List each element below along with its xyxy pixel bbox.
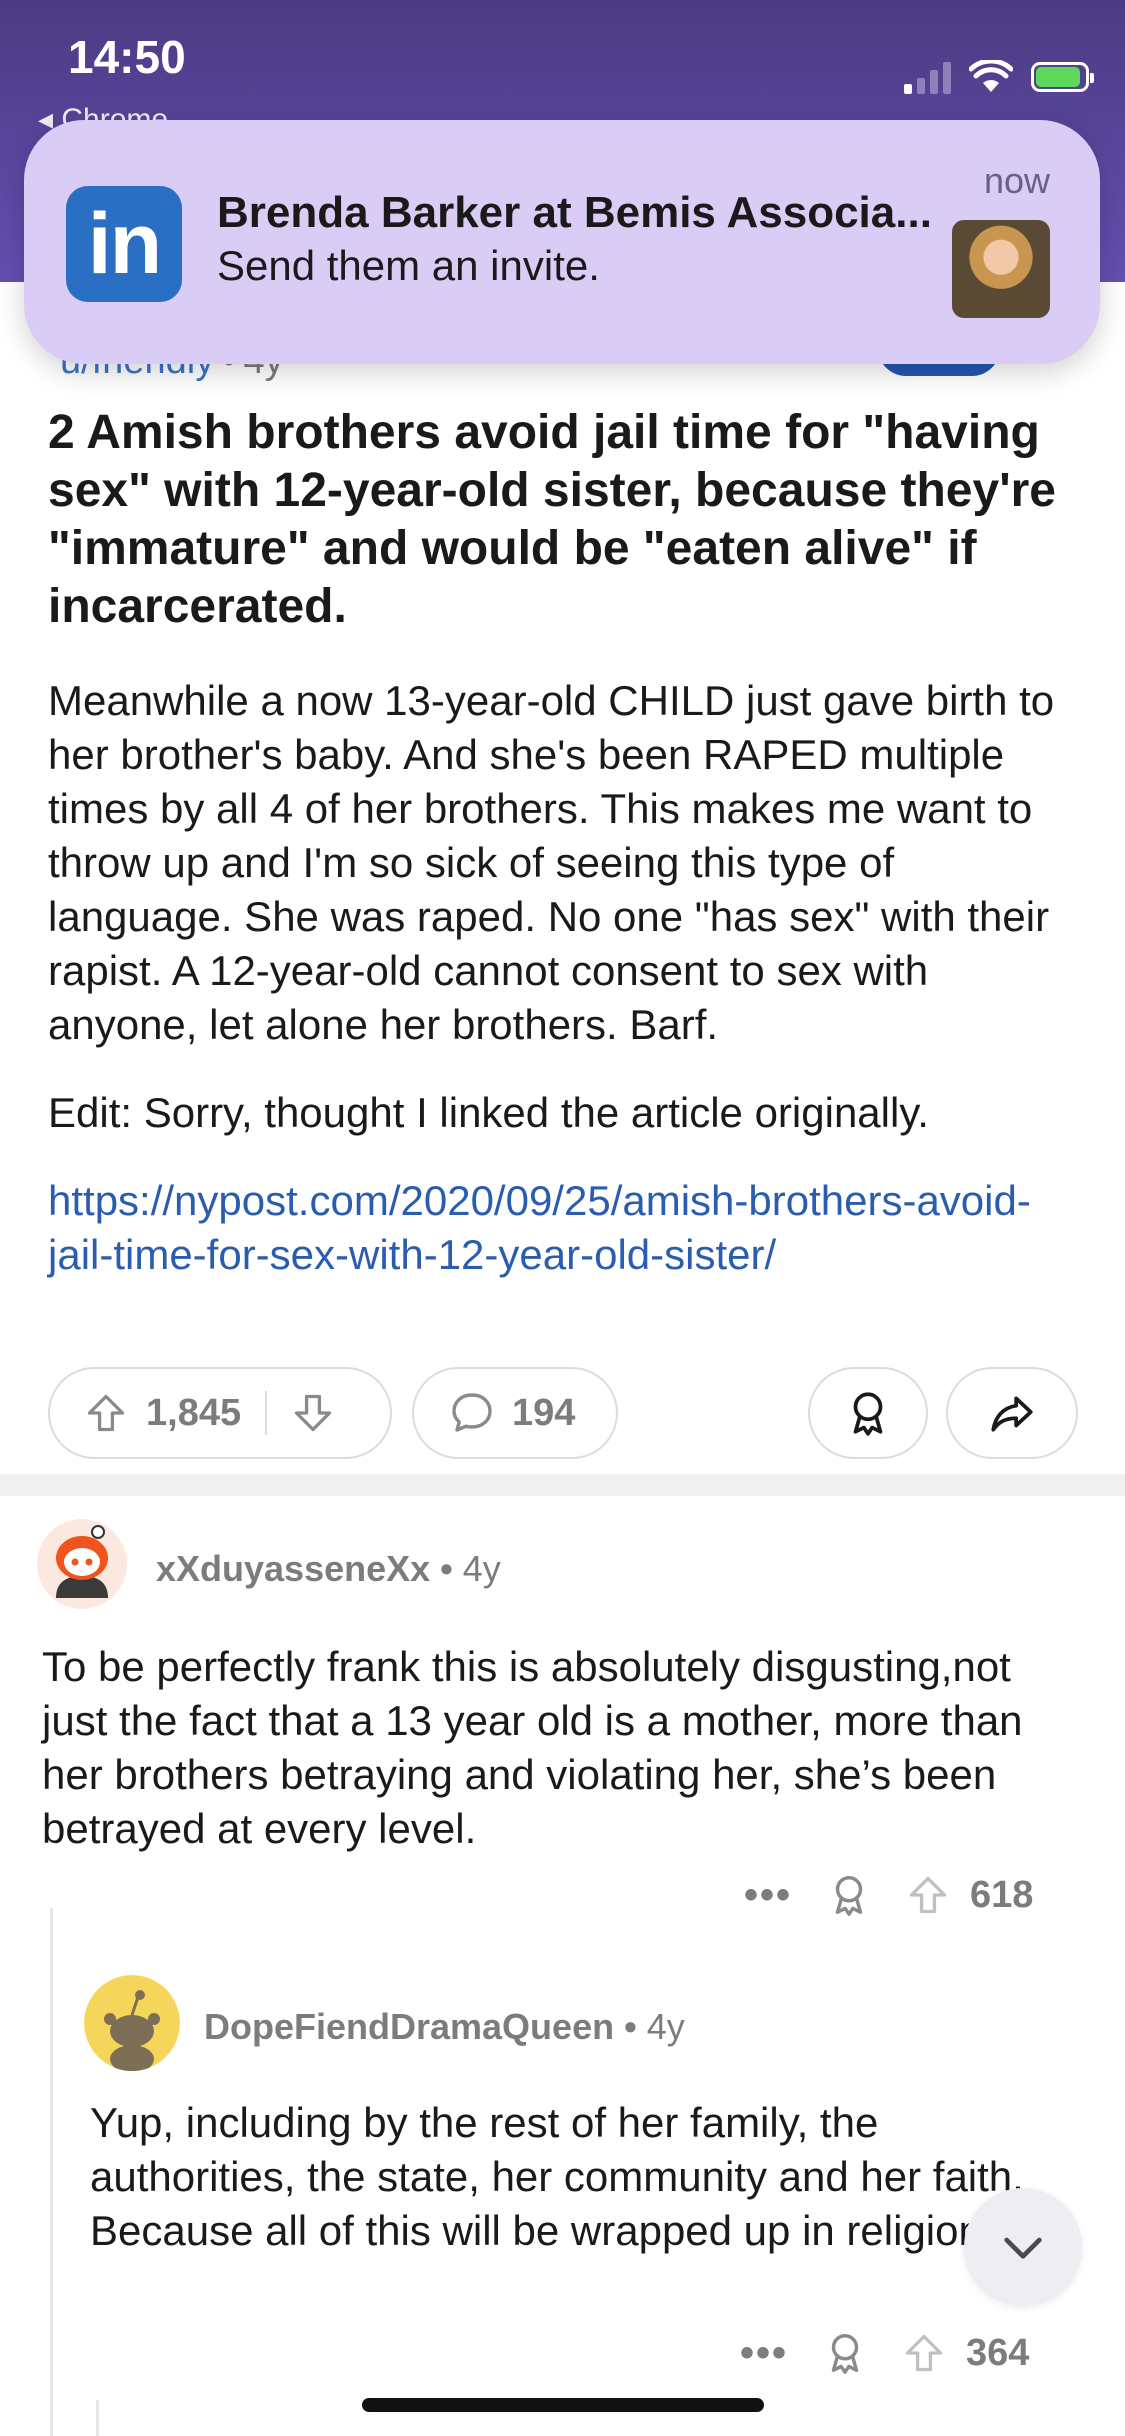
battery-icon (1031, 62, 1094, 92)
notification-title: Brenda Barker at Bemis Associa... (217, 188, 932, 237)
post-title: 2 Amish brothers avoid jail time for "ha… (48, 406, 1056, 633)
comment-age: 4y (462, 1548, 501, 1589)
downvote-icon[interactable] (291, 1391, 335, 1435)
status-time: 14:50 (68, 31, 186, 83)
scroll-down-button[interactable] (964, 2188, 1082, 2306)
comment-actions: ••• 364 (740, 2330, 1029, 2376)
section-divider (0, 1474, 1125, 1496)
award-icon[interactable] (826, 1872, 872, 1918)
vote-separator (265, 1391, 268, 1435)
thread-line (96, 2400, 99, 2436)
comment-score: 364 (966, 2331, 1030, 2374)
post-actions-bar: 1,845 194 (48, 1367, 1078, 1459)
comment-bubble-icon (452, 1393, 492, 1432)
comment-age: 4y (646, 2006, 685, 2047)
more-options-button[interactable]: ••• (744, 1873, 792, 1918)
comment-actions: ••• 618 (744, 1872, 1033, 1918)
comment-score: 618 (970, 1873, 1034, 1916)
comment-count: 194 (512, 1391, 576, 1434)
notification-body: Send them an invite. (217, 242, 600, 289)
push-notification[interactable]: in Brenda Barker at Bemis Associa... Sen… (24, 120, 1100, 364)
comment-avatar[interactable] (36, 1518, 128, 1610)
wifi-icon (969, 60, 1013, 92)
upvote-icon[interactable] (902, 2331, 946, 2375)
more-options-button[interactable]: ••• (740, 2331, 788, 2376)
comment-text: To be perfectly frank this is absolutely… (42, 1643, 1023, 1852)
status-icons (904, 60, 1094, 94)
share-icon (991, 1396, 1033, 1432)
share-button[interactable] (946, 1367, 1078, 1459)
linkedin-logo-icon: in (66, 186, 182, 302)
notification-avatar (952, 220, 1050, 318)
comment-avatar[interactable] (84, 1975, 180, 2071)
post-body-paragraph: Meanwhile a now 13-year-old CHILD just g… (48, 677, 1055, 1048)
home-indicator[interactable] (362, 2398, 764, 2412)
vote-pill: 1,845 (48, 1367, 392, 1459)
article-link[interactable]: https://nypost.com/2020/09/25/amish-brot… (48, 1177, 1031, 1278)
notification-time: now (983, 160, 1050, 201)
comment-username[interactable]: xXduyasseneXx • 4y (156, 1548, 501, 1590)
comment-text: Yup, including by the rest of her family… (90, 2099, 1024, 2254)
upvote-icon[interactable] (906, 1873, 950, 1917)
award-button[interactable] (808, 1367, 928, 1459)
upvote-count: 1,845 (146, 1391, 242, 1434)
thread-line (50, 1908, 53, 2436)
post-body: Meanwhile a now 13-year-old CHILD just g… (48, 674, 1088, 1316)
upvote-icon[interactable] (84, 1391, 128, 1435)
cellular-signal-icon (904, 60, 951, 94)
chevron-down-icon (1004, 2237, 1042, 2259)
award-icon (853, 1392, 883, 1436)
comment-username[interactable]: DopeFiendDramaQueen • 4y (204, 2006, 685, 2048)
post-edit-paragraph: Edit: Sorry, thought I linked the articl… (48, 1089, 929, 1136)
award-icon[interactable] (822, 2330, 868, 2376)
comments-button[interactable]: 194 (412, 1367, 618, 1459)
